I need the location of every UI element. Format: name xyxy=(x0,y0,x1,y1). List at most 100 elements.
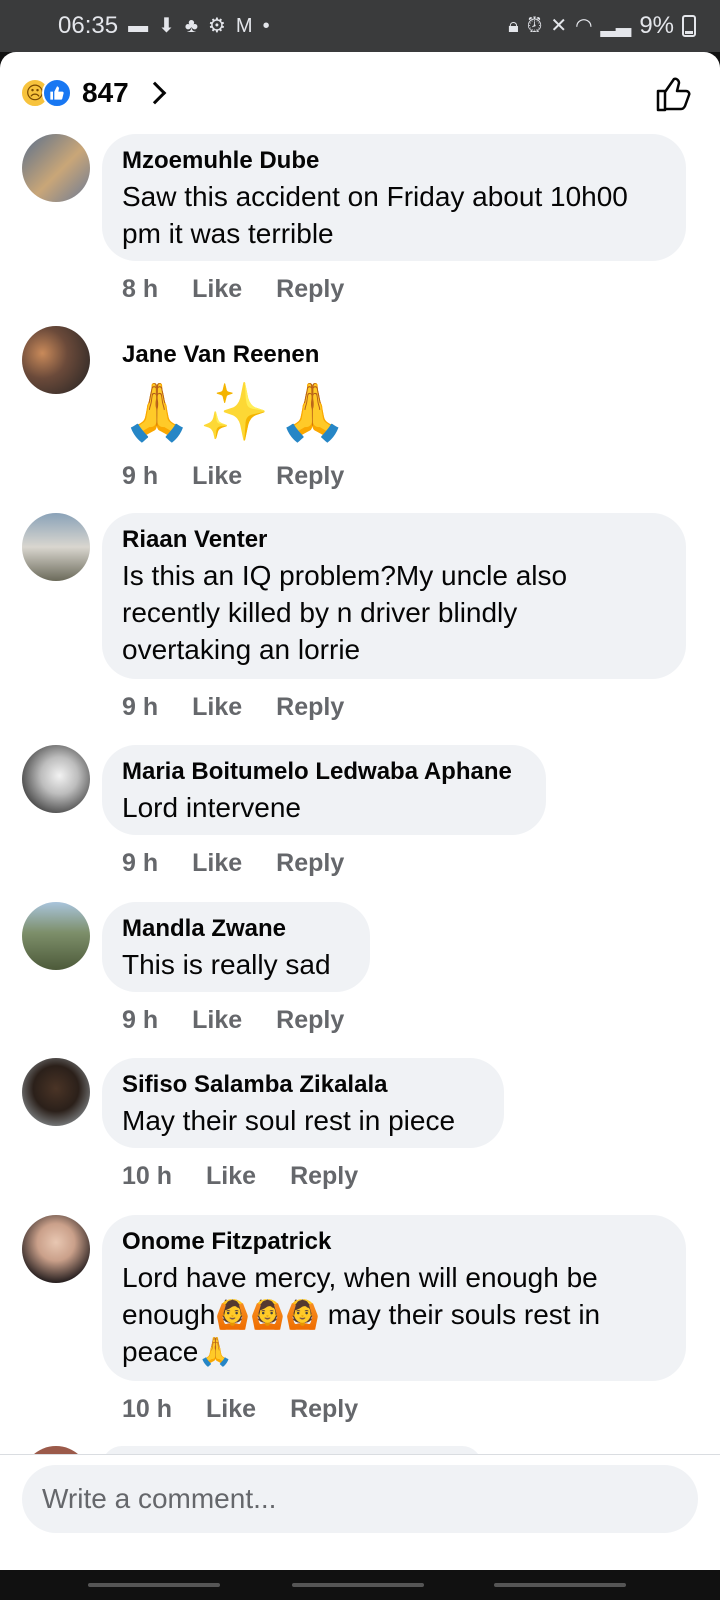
like-button[interactable]: Like xyxy=(206,1162,256,1191)
like-button[interactable]: Like xyxy=(192,275,242,304)
comment-bubble[interactable]: Maria Boitumelo Ledwaba Aphane Lord inte… xyxy=(102,745,546,835)
reply-button[interactable]: Reply xyxy=(290,1162,358,1191)
comment-actions: 9 h Like Reply xyxy=(122,693,344,722)
system-nav-bar xyxy=(0,1570,720,1600)
comment-text-line: Lord intervene xyxy=(122,792,302,823)
comment-text-line: recently killed by n driver blindly xyxy=(122,597,518,628)
comment-actions: 9 h Like Reply xyxy=(122,849,344,878)
comment-author[interactable]: Onome Fitzpatrick xyxy=(122,1227,666,1257)
comment-time: 9 h xyxy=(122,849,159,877)
comment-text-line: peace🙏 xyxy=(122,1336,234,1367)
comment-text-line: pm it was terrible xyxy=(122,218,334,249)
reaction-count: 847 xyxy=(82,77,129,108)
comment-actions: 8 h Like Reply xyxy=(122,275,344,304)
comment-text: Saw this accident on Friday about 10h00 … xyxy=(122,178,666,252)
comment-text-line: Is this an IQ problem?My uncle also xyxy=(122,560,568,591)
comment-bubble[interactable]: Sifiso Salamba Zikalala May their soul r… xyxy=(102,1058,504,1148)
like-button[interactable]: Like xyxy=(206,1395,256,1424)
comment-input[interactable]: Write a comment... xyxy=(22,1465,698,1533)
comment-time: 10 h xyxy=(122,1395,173,1423)
recents-nav-button[interactable] xyxy=(88,1583,220,1587)
comments-list: Mzoemuhle Dube Saw this accident on Frid… xyxy=(0,134,720,1454)
comment-text-line: overtaking an lorrie xyxy=(122,634,361,665)
like-button[interactable]: Like xyxy=(192,462,242,491)
reply-button[interactable]: Reply xyxy=(276,275,344,304)
battery-percent: 9% xyxy=(639,12,674,39)
comment-text-line: May their soul rest in piece xyxy=(122,1105,456,1136)
back-nav-button[interactable] xyxy=(494,1583,626,1587)
app-notification-icon: ♣ xyxy=(184,15,198,37)
comment-composer: Write a comment... xyxy=(0,1454,720,1570)
comments-sheet: ☹ 847 Mzoemuhle Dube Saw this accident o… xyxy=(0,52,720,1570)
comment-actions: 9 h Like Reply xyxy=(122,462,344,491)
comment-text: This is really sad xyxy=(122,946,350,983)
settings-notification-icon: ⚙ xyxy=(207,15,226,37)
comment-text: Lord intervene xyxy=(122,789,526,826)
comment-time: 8 h xyxy=(122,275,159,303)
chevron-right-icon xyxy=(143,81,167,105)
comment-bubble[interactable]: Mzoemuhle Dube Saw this accident on Frid… xyxy=(102,134,686,261)
battery-icon xyxy=(682,15,696,37)
comment-text-line: Lord have mercy, when will enough be xyxy=(122,1262,598,1293)
message-notification-icon: ▬ xyxy=(128,15,149,37)
reply-button[interactable]: Reply xyxy=(276,849,344,878)
comment-bubble[interactable]: Riaan Venter Is this an IQ problem?My un… xyxy=(102,513,686,679)
reply-button[interactable]: Reply xyxy=(276,693,344,722)
avatar[interactable] xyxy=(22,513,90,581)
comment-text-line: enough🙆🙆🙆 may their souls rest in xyxy=(122,1299,601,1330)
like-button[interactable]: Like xyxy=(192,849,242,878)
comment-text-line: This is really sad xyxy=(122,949,331,980)
avatar[interactable] xyxy=(22,1215,90,1283)
comment-author[interactable]: Mandla Zwane xyxy=(122,914,350,944)
avatar[interactable] xyxy=(22,745,90,813)
comment-body: Jane Van Reenen 🙏 ✨ 🙏 xyxy=(122,340,347,444)
comment-actions: 10 h Like Reply xyxy=(122,1395,358,1424)
thumbs-up-icon[interactable] xyxy=(654,74,694,114)
like-button[interactable]: Like xyxy=(192,693,242,722)
comment-author[interactable]: Mzoemuhle Dube xyxy=(122,146,666,176)
signal-icon: ▂▃ xyxy=(600,15,632,37)
gmail-notification-icon: M xyxy=(235,15,253,37)
pray-emoji: 🙏 xyxy=(277,380,348,443)
comment-author[interactable]: Riaan Venter xyxy=(122,525,666,555)
more-notifications-dot-icon: • xyxy=(262,15,270,37)
lock-icon: 🔒︎ xyxy=(508,15,519,37)
reaction-icons: ☹ xyxy=(20,78,72,108)
comment-time: 10 h xyxy=(122,1162,173,1190)
home-nav-button[interactable] xyxy=(292,1583,424,1587)
avatar[interactable] xyxy=(22,326,90,394)
wifi-icon: ◠ xyxy=(575,15,593,37)
avatar[interactable] xyxy=(22,1446,90,1454)
sparkles-emoji: ✨ xyxy=(199,380,270,443)
reactions-summary[interactable]: ☹ 847 xyxy=(0,52,720,134)
avatar[interactable] xyxy=(22,134,90,202)
comment-author[interactable]: Jane Van Reenen xyxy=(122,340,347,370)
comment-actions: 9 h Like Reply xyxy=(122,1006,344,1035)
like-reaction-icon xyxy=(42,78,72,108)
reply-button[interactable]: Reply xyxy=(276,462,344,491)
reply-button[interactable]: Reply xyxy=(276,1006,344,1035)
comment-text: Lord have mercy, when will enough be eno… xyxy=(122,1259,666,1370)
comment-time: 9 h xyxy=(122,693,159,721)
comment-text-line: Saw this accident on Friday about 10h00 xyxy=(122,181,628,212)
avatar[interactable] xyxy=(22,1058,90,1126)
pray-emoji: 🙏 xyxy=(122,380,192,443)
comment-actions: 10 h Like Reply xyxy=(122,1162,358,1191)
comment-emoji-line: 🙏 ✨ 🙏 xyxy=(122,380,347,444)
mute-icon: ✕ xyxy=(550,15,568,37)
comment-bubble[interactable]: Mandla Zwane This is really sad xyxy=(102,902,370,992)
alarm-icon: ⏰︎ xyxy=(526,15,543,37)
comment-author[interactable]: Sifiso Salamba Zikalala xyxy=(122,1070,484,1100)
comment-bubble[interactable] xyxy=(102,1446,482,1454)
status-time: 06:35 xyxy=(58,12,119,39)
download-notification-icon: ⬇ xyxy=(158,15,175,37)
status-bar: 06:35 ▬ ⬇ ♣ ⚙ M • 🔒︎ ⏰︎ ✕ ◠ ▂▃ 9% xyxy=(0,0,720,52)
comment-time: 9 h xyxy=(122,462,159,490)
like-button[interactable]: Like xyxy=(192,1006,242,1035)
comment-text: May their soul rest in piece xyxy=(122,1102,484,1139)
comment-author[interactable]: Maria Boitumelo Ledwaba Aphane xyxy=(122,757,526,787)
comment-bubble[interactable]: Onome Fitzpatrick Lord have mercy, when … xyxy=(102,1215,686,1381)
comment-time: 9 h xyxy=(122,1006,159,1034)
reply-button[interactable]: Reply xyxy=(290,1395,358,1424)
avatar[interactable] xyxy=(22,902,90,970)
